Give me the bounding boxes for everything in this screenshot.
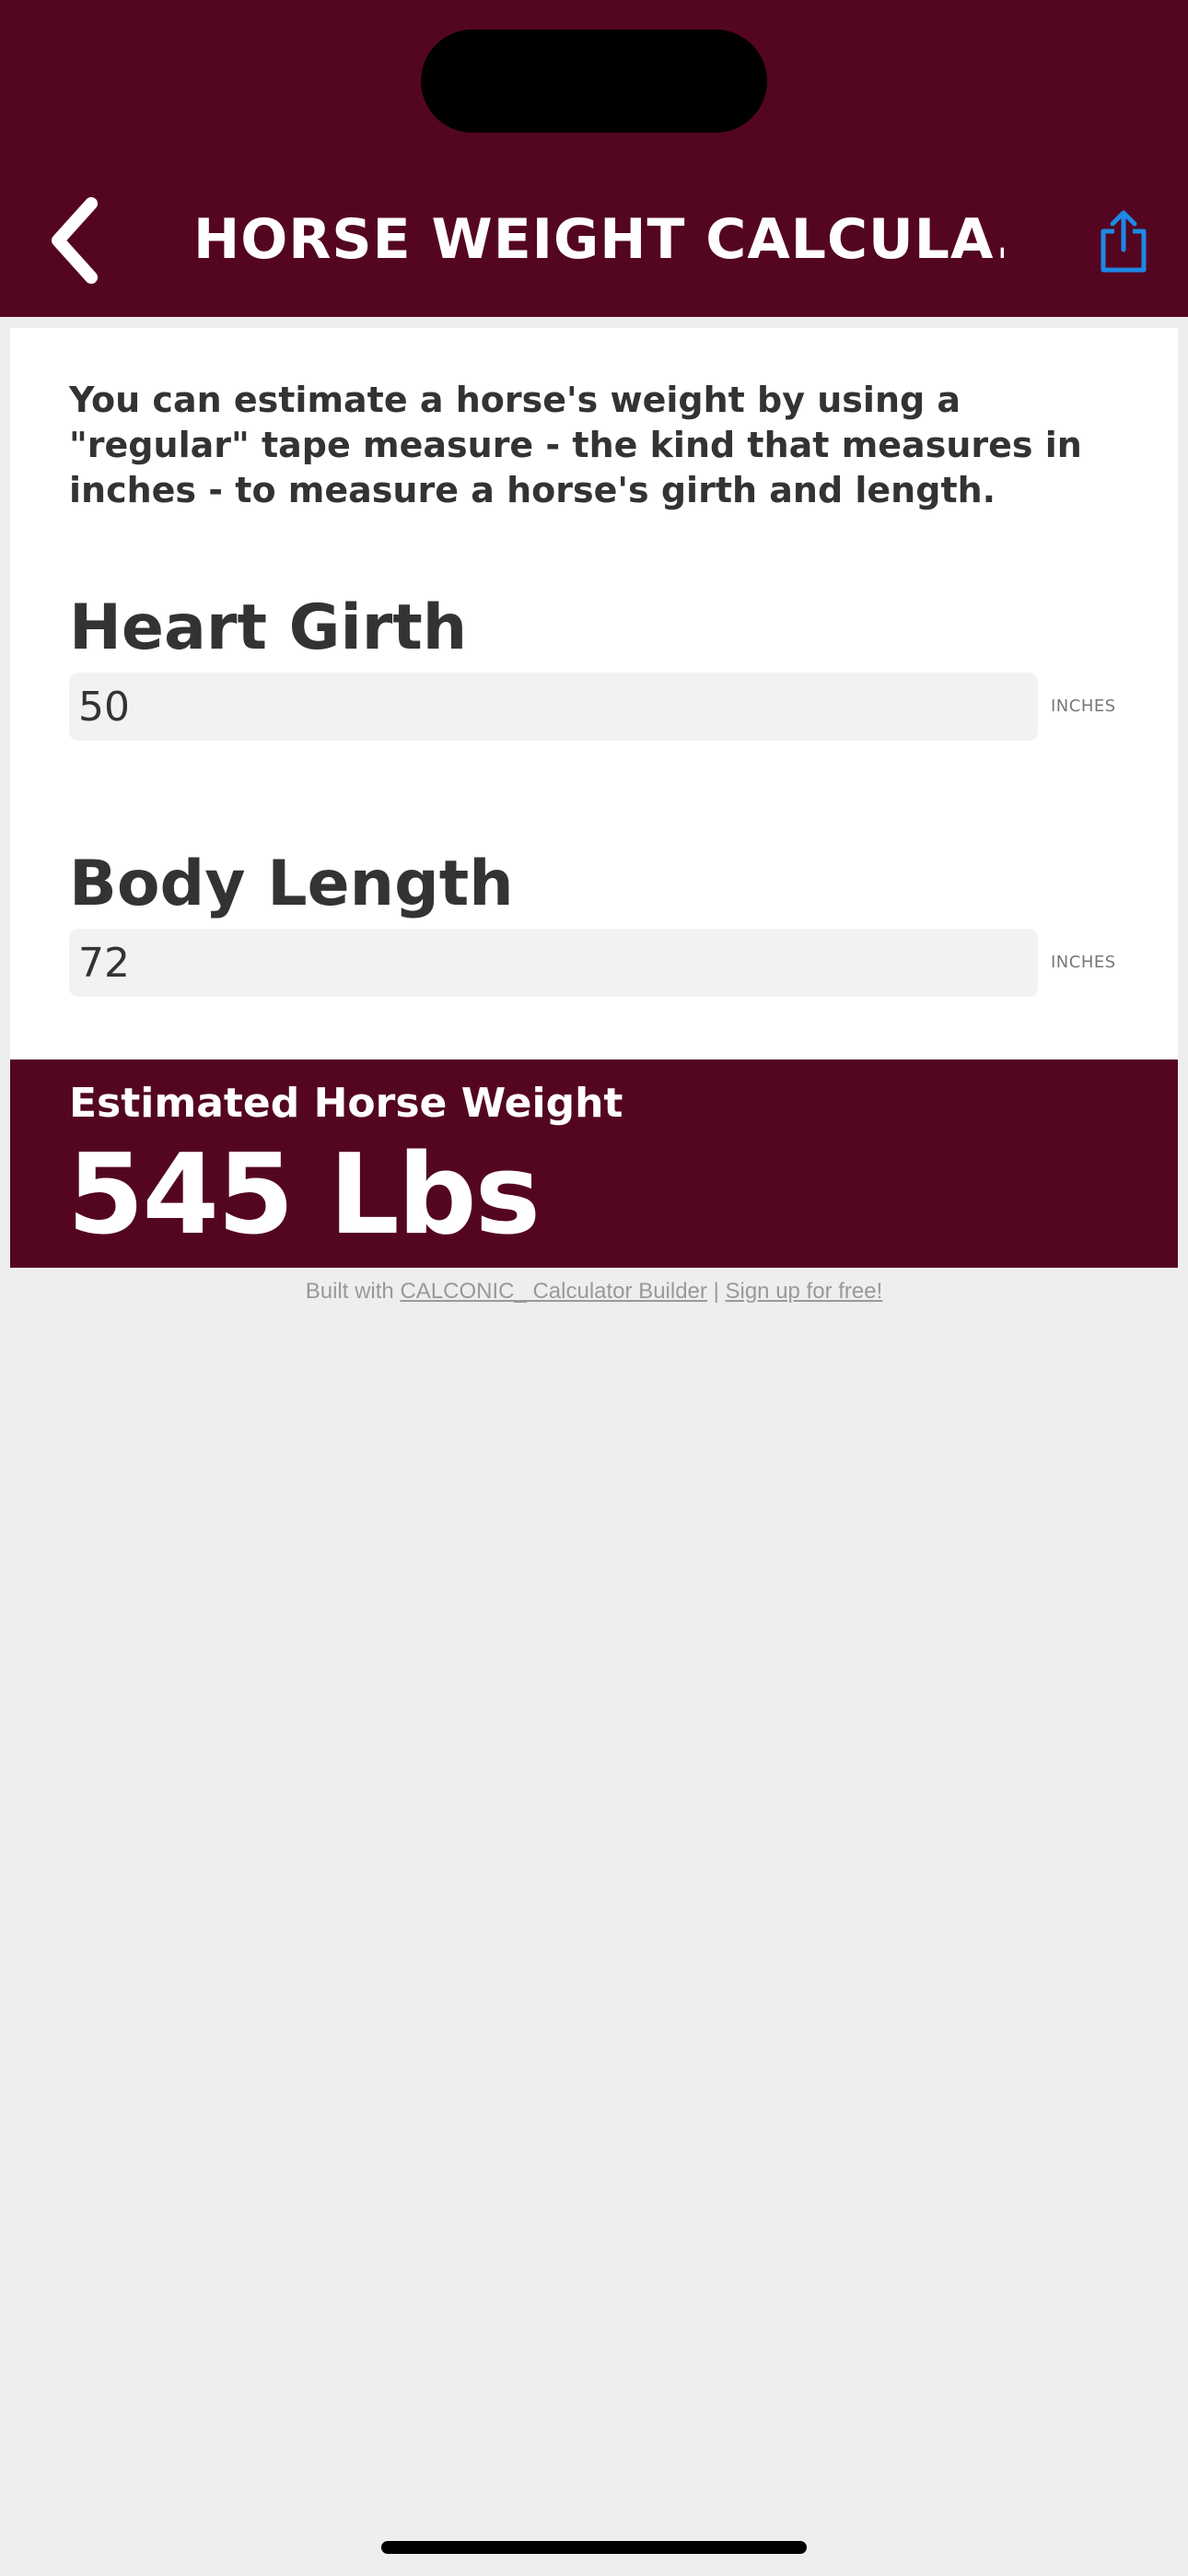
share-icon [1101, 210, 1147, 273]
calculator-card: You can estimate a horse's weight by usi… [10, 328, 1178, 1060]
page-title: HORSE WEIGHT CALCULA... [193, 207, 1004, 272]
result-value: 545 Lbs [67, 1131, 541, 1259]
result-label: Estimated Horse Weight [69, 1080, 623, 1127]
chevron-left-icon [52, 197, 98, 284]
dynamic-island [421, 29, 767, 133]
footer-separator: | [706, 1279, 726, 1304]
footer: Built with CALCONIC_ Calculator Builder … [0, 1275, 1188, 1308]
heart-girth-label: Heart Girth [69, 591, 468, 664]
home-indicator[interactable] [381, 2541, 807, 2554]
body-length-input[interactable] [69, 929, 1038, 997]
body-length-label: Body Length [69, 848, 514, 920]
heart-girth-input[interactable] [69, 673, 1038, 741]
calconic-link[interactable]: CALCONIC_ Calculator Builder [400, 1279, 706, 1304]
signup-link[interactable]: Sign up for free! [725, 1279, 882, 1304]
back-button[interactable] [33, 190, 116, 291]
app-header: HORSE WEIGHT CALCULA... [0, 0, 1188, 317]
footer-prefix: Built with [305, 1279, 401, 1304]
share-button[interactable] [1087, 203, 1160, 280]
heart-girth-unit: INCHES [1051, 697, 1116, 716]
result-panel: Estimated Horse Weight 545 Lbs [10, 1060, 1178, 1268]
body-length-unit: INCHES [1051, 953, 1116, 972]
intro-text: You can estimate a horse's weight by usi… [69, 380, 1082, 510]
